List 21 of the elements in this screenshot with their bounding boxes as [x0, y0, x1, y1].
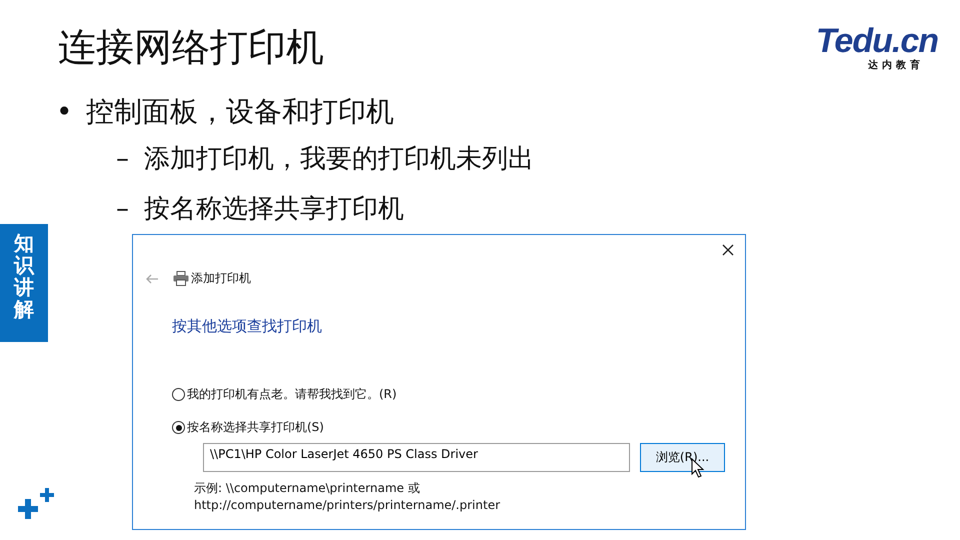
dash-marker: –: [116, 143, 130, 176]
dash-marker: –: [116, 193, 130, 226]
browse-button[interactable]: 浏览(R)...: [640, 443, 725, 472]
sub-bullet-text: 按名称选择共享打印机: [144, 193, 404, 226]
radio-button[interactable]: [172, 388, 185, 401]
bullet-marker: •: [56, 94, 72, 130]
example-text: http://computername/printers/printername/.printer: [194, 497, 502, 514]
close-icon[interactable]: [722, 244, 734, 256]
slide-title: 连接网络打印机: [58, 24, 324, 71]
dialog-heading: 按其他选项查找打印机: [171, 316, 323, 336]
printer-icon: [173, 271, 189, 286]
printer-path-field[interactable]: \\PC1\HP Color LaserJet 4650 PS Class Driver: [203, 443, 630, 472]
logo-wordmark: Tedu.cn: [816, 24, 938, 58]
bullet-text: 控制面板，设备和打印机: [86, 94, 394, 130]
example-text: 示例: \\computername\printername 或: [194, 480, 421, 497]
radio-button[interactable]: [172, 421, 185, 434]
sub-bullet-text: 添加打印机，我要的打印机未列出: [144, 143, 534, 176]
option-label: 按名称选择共享打印机(S): [187, 419, 324, 436]
option-label: 我的打印机有点老。请帮我找到它。(R): [187, 386, 397, 403]
dialog-title: 添加打印机: [191, 270, 251, 287]
logo-tagline: 达内教育: [868, 58, 924, 72]
